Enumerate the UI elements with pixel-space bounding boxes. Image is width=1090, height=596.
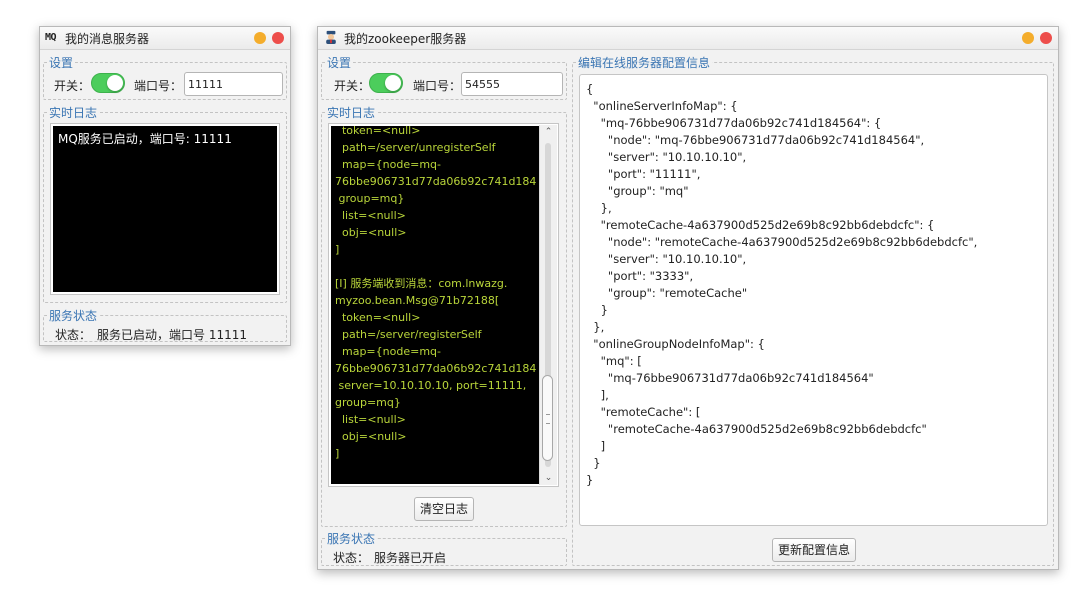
log-text: MQ服务已启动，端口号: 11111: [58, 132, 232, 146]
status-label: 状态：: [333, 551, 370, 565]
window-title: 我的zookeeper服务器: [344, 32, 467, 46]
log-frame: MQ服务已启动，端口号: 11111: [50, 123, 280, 295]
admin-icon: [326, 30, 336, 44]
config-editor[interactable]: { "onlineServerInfoMap": { "mq-76bbe9067…: [579, 74, 1048, 526]
status-text: 服务已启动，端口号 11111: [97, 328, 247, 342]
log-frame: token=<null> path=/server/unregisterSelf…: [328, 123, 559, 487]
scroll-thumb[interactable]: [542, 375, 553, 461]
minimize-button[interactable]: [1022, 32, 1034, 44]
log-legend: 实时日志: [327, 106, 376, 120]
log-text: token=<null> path=/server/unregisterSelf…: [335, 126, 537, 460]
log-scrollbar[interactable]: ⌃ ⌄: [539, 125, 557, 485]
toggle-knob: [107, 75, 123, 91]
switch-label: 开关：: [54, 79, 91, 93]
mq-title-bar[interactable]: MQ 我的消息服务器: [40, 27, 290, 50]
log-area[interactable]: token=<null> path=/server/unregisterSelf…: [331, 126, 539, 484]
zookeeper-window: 我的zookeeper服务器 设置 开关： 端口号： 实时日志 token=<n…: [317, 26, 1059, 570]
close-button[interactable]: [1040, 32, 1052, 44]
mq-app-icon: MQ: [45, 32, 57, 43]
toggle-knob: [385, 75, 401, 91]
clear-log-button[interactable]: 清空日志: [414, 497, 474, 521]
mq-window: MQ 我的消息服务器 设置 开关： 端口号： 实时日志 MQ服务已启动，端口号:…: [39, 26, 291, 346]
zk-title-bar[interactable]: 我的zookeeper服务器: [318, 27, 1058, 50]
log-area[interactable]: MQ服务已启动，端口号: 11111: [53, 126, 277, 292]
scroll-up-icon[interactable]: ⌃: [540, 127, 557, 137]
status-legend: 服务状态: [327, 532, 376, 546]
update-config-button[interactable]: 更新配置信息: [772, 538, 856, 562]
service-toggle[interactable]: [369, 73, 403, 93]
status-label: 状态：: [55, 328, 92, 342]
settings-legend: 设置: [327, 56, 352, 70]
status-legend: 服务状态: [49, 309, 98, 323]
log-legend: 实时日志: [49, 106, 98, 120]
port-label: 端口号：: [413, 79, 462, 93]
service-toggle[interactable]: [91, 73, 125, 93]
switch-label: 开关：: [334, 79, 371, 93]
port-label: 端口号：: [134, 79, 183, 93]
minimize-button[interactable]: [254, 32, 266, 44]
config-json-text: { "onlineServerInfoMap": { "mq-76bbe9067…: [586, 82, 978, 487]
close-button[interactable]: [272, 32, 284, 44]
scroll-grip-icon: [546, 414, 550, 424]
window-title: 我的消息服务器: [65, 32, 150, 46]
status-text: 服务器已开启: [374, 551, 447, 565]
config-legend: 编辑在线服务器配置信息: [578, 56, 711, 70]
settings-legend: 设置: [49, 56, 74, 70]
port-input[interactable]: [461, 72, 563, 96]
scroll-down-icon[interactable]: ⌄: [540, 473, 557, 483]
port-input[interactable]: [184, 72, 283, 96]
